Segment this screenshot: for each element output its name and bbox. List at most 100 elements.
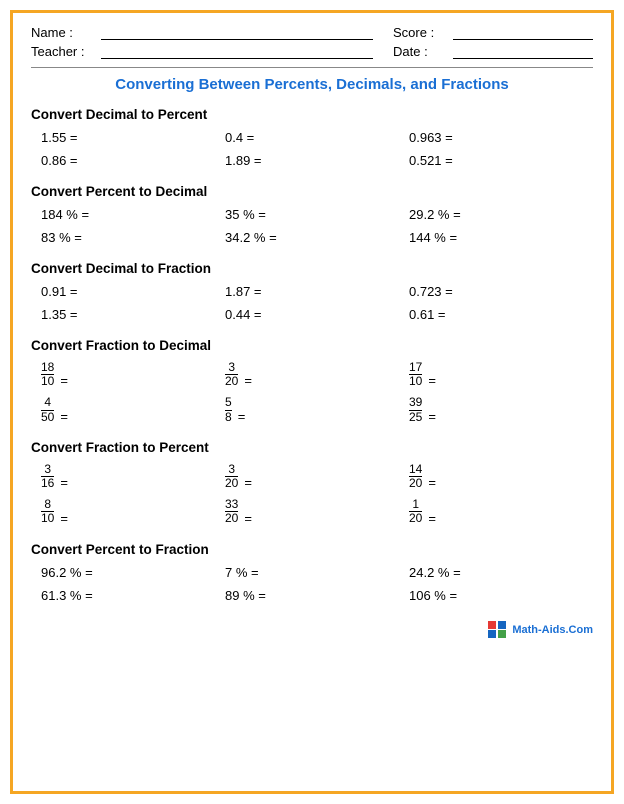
worksheet: Name : Score : Teacher : Date : Converti…: [10, 10, 614, 794]
denominator: 25: [409, 411, 422, 424]
sections-container: Convert Decimal to Percent 1.55 =0.4 =0.9…: [31, 107, 593, 605]
denominator: 10: [41, 512, 54, 525]
denominator: 10: [41, 375, 54, 388]
problem: 316 =: [41, 461, 225, 492]
fraction: 320: [225, 463, 238, 490]
problem: 1.55 =: [41, 128, 225, 147]
footer-logo: Math-Aids.Com: [486, 619, 593, 641]
section-percent-to-fraction: Convert Percent to Fraction96.2 % =7 % =…: [31, 542, 593, 605]
name-line: [101, 26, 373, 40]
logo-icon: [486, 619, 508, 641]
numerator: 3: [41, 463, 54, 477]
header-right-date: Date :: [393, 44, 593, 59]
fraction: 120: [409, 498, 422, 525]
denominator: 20: [225, 512, 238, 525]
equals-sign: =: [244, 511, 252, 526]
fraction: 1710: [409, 361, 422, 388]
name-label: Name :: [31, 25, 101, 40]
fraction: 810: [41, 498, 54, 525]
problem: 0.4 =: [225, 128, 409, 147]
equals-sign: =: [60, 475, 68, 490]
equals-sign: =: [60, 409, 68, 424]
logo-sq-blue-bottom: [488, 630, 496, 638]
equals-sign: =: [244, 373, 252, 388]
numerator: 33: [225, 498, 238, 512]
score-label: Score :: [393, 25, 453, 40]
teacher-line: [101, 45, 373, 59]
section-title-percent-to-decimal: Convert Percent to Decimal: [31, 184, 593, 199]
problem: 7 % =: [225, 563, 409, 582]
worksheet-title: Converting Between Percents, Decimals, a…: [31, 76, 593, 93]
header-section: Name : Score : Teacher : Date :: [31, 25, 593, 59]
denominator: 20: [225, 477, 238, 490]
fraction: 316: [41, 463, 54, 490]
problem: 3320 =: [225, 496, 409, 527]
problems-grid-fraction-to-percent: 316=320=1420=810=3320=120=: [31, 461, 593, 528]
problem: 144 % =: [409, 228, 593, 247]
fraction: 450: [41, 396, 54, 423]
problem: 320 =: [225, 461, 409, 492]
numerator: 39: [409, 396, 422, 410]
problem: 106 % =: [409, 586, 593, 605]
section-fraction-to-decimal: Convert Fraction to Decimal 1810 = 320 = 1710…: [31, 338, 593, 426]
logo-text: Math-Aids.Com: [512, 624, 593, 636]
problem: 450 =: [41, 394, 225, 425]
fraction: 1810: [41, 361, 54, 388]
numerator: 4: [41, 396, 54, 410]
logo-sq-red: [488, 621, 496, 629]
section-percent-to-decimal: Convert Percent to Decimal 184 % =35 % =2…: [31, 184, 593, 247]
problem: 184 % =: [41, 205, 225, 224]
header-divider: [31, 67, 593, 68]
logo-sq-green: [498, 630, 506, 638]
numerator: 3: [225, 361, 238, 375]
header-row-teacher: Teacher : Date :: [31, 44, 593, 59]
problem: 810=: [41, 496, 225, 527]
date-line: [453, 45, 593, 59]
problem: 0.61 =: [409, 305, 593, 324]
problems-grid-decimal-to-percent: 1.55 =0.4 =0.963 =0.86 =1.89 =0.521 =: [31, 128, 593, 170]
numerator: 18: [41, 361, 54, 375]
problem: 1.35 =: [41, 305, 225, 324]
header-right-score: Score :: [393, 25, 593, 40]
equals-sign: =: [428, 373, 436, 388]
numerator: 3: [225, 463, 238, 477]
denominator: 20: [409, 512, 422, 525]
problems-grid-percent-to-decimal: 184 % =35 % =29.2 % =83 % =34.2 % =144 %…: [31, 205, 593, 247]
denominator: 50: [41, 411, 54, 424]
problem: 35 % =: [225, 205, 409, 224]
problem: 29.2 % =: [409, 205, 593, 224]
equals-sign: =: [428, 475, 436, 490]
footer: Math-Aids.Com: [31, 619, 593, 641]
equals-sign: =: [60, 373, 68, 388]
problem: 89 % =: [225, 586, 409, 605]
denominator: 8: [225, 411, 232, 424]
fraction: 3320: [225, 498, 238, 525]
denominator: 20: [409, 477, 422, 490]
teacher-label: Teacher :: [31, 44, 101, 59]
section-title-decimal-to-percent: Convert Decimal to Percent: [31, 107, 593, 122]
problems-grid-fraction-to-decimal: 1810 = 320 = 1710 = 450 = 58=3925 =: [31, 359, 593, 426]
problem: 3925 =: [409, 394, 593, 425]
numerator: 1: [409, 498, 422, 512]
denominator: 16: [41, 477, 54, 490]
problem: 0.86 =: [41, 151, 225, 170]
section-decimal-to-fraction: Convert Decimal to Fraction0.91 =1.87 =0…: [31, 261, 593, 324]
equals-sign: =: [428, 409, 436, 424]
problem: 120 =: [409, 496, 593, 527]
equals-sign: =: [428, 511, 436, 526]
equals-sign: =: [244, 475, 252, 490]
logo-sq-blue-top: [498, 621, 506, 629]
fraction: 58: [225, 396, 232, 423]
problem: 0.521 =: [409, 151, 593, 170]
fraction: 1420: [409, 463, 422, 490]
problem: 83 % =: [41, 228, 225, 247]
problem: 1.89 =: [225, 151, 409, 170]
section-title-decimal-to-fraction: Convert Decimal to Fraction: [31, 261, 593, 276]
numerator: 8: [41, 498, 54, 512]
fraction: 320: [225, 361, 238, 388]
problem: 58=: [225, 394, 409, 425]
fraction: 3925: [409, 396, 422, 423]
section-title-fraction-to-decimal: Convert Fraction to Decimal: [31, 338, 593, 353]
problem: 1420 =: [409, 461, 593, 492]
logo-squares: [488, 621, 506, 639]
